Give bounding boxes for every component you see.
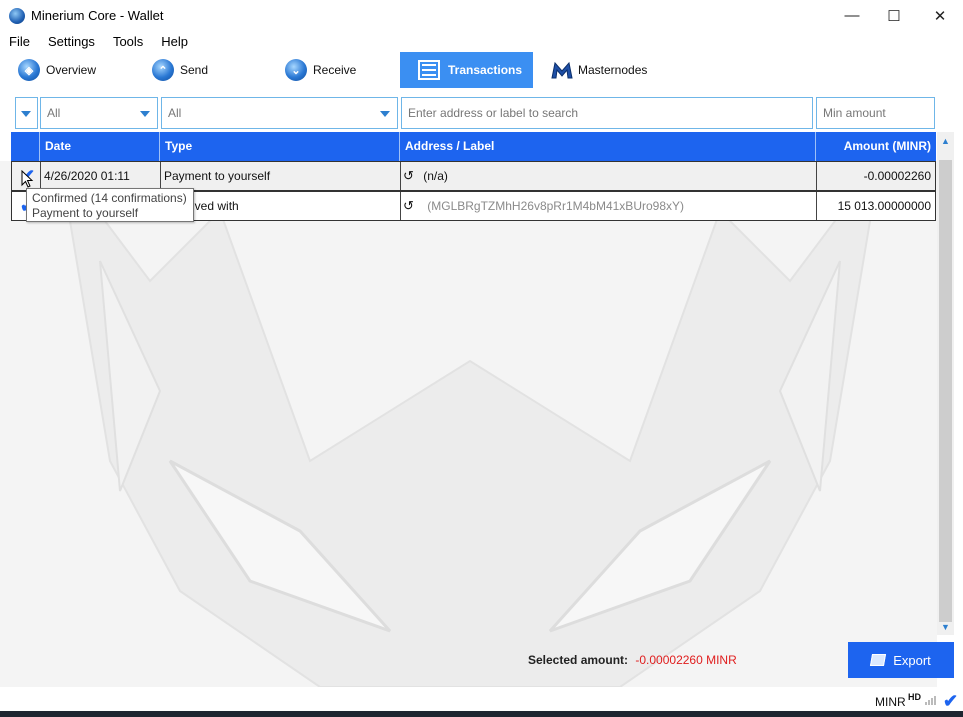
tab-overview-label: Overview bbox=[46, 63, 97, 77]
menu-settings[interactable]: Settings bbox=[39, 31, 104, 53]
type-filter-value: All bbox=[168, 106, 182, 120]
row-address-label: (MGLBRgTZMhH26v8pRr1M4bM41xBUro98xY) bbox=[427, 199, 684, 213]
tab-send-label: Send bbox=[180, 63, 209, 77]
tab-receive-label: Receive bbox=[313, 63, 357, 77]
type-filter-dropdown[interactable]: All bbox=[161, 97, 398, 129]
minimize-button[interactable]: — bbox=[829, 0, 875, 31]
scroll-down-icon[interactable]: ▼ bbox=[937, 618, 954, 635]
close-button[interactable]: ✕ bbox=[917, 0, 963, 31]
scrollbar-thumb[interactable] bbox=[939, 160, 952, 622]
status-column-header[interactable] bbox=[11, 132, 40, 161]
date-filter-value: All bbox=[47, 106, 61, 120]
title-bar: Minerium Core - Wallet — ☐ ✕ bbox=[0, 0, 963, 31]
scroll-up-icon[interactable]: ▲ bbox=[937, 132, 954, 149]
os-taskbar-strip bbox=[0, 711, 963, 717]
hd-wallet-badge: HD bbox=[908, 692, 921, 702]
receive-icon: ⌄ bbox=[285, 59, 307, 81]
menu-help[interactable]: Help bbox=[152, 31, 197, 53]
tab-receive[interactable]: ⌄ Receive bbox=[285, 52, 395, 88]
selected-amount-value: -0.00002260 MINR bbox=[635, 653, 737, 667]
row-amount: -0.00002260 bbox=[863, 169, 931, 183]
window-title: Minerium Core - Wallet bbox=[31, 8, 164, 23]
table-header: Date Type Address / Label Amount (MINR) bbox=[11, 132, 936, 161]
selected-amount-label: Selected amount: bbox=[528, 653, 629, 667]
maximize-button[interactable]: ☐ bbox=[871, 0, 917, 31]
wolf-logo-watermark bbox=[59, 161, 881, 687]
row-address: ↺ (n/a) bbox=[401, 162, 817, 190]
amount-column-header[interactable]: Amount (MINR) bbox=[816, 132, 936, 161]
address-search-input[interactable]: Enter address or label to search bbox=[401, 97, 813, 129]
tab-masternodes-label: Masternodes bbox=[578, 63, 648, 77]
tab-transactions[interactable]: Transactions bbox=[400, 52, 533, 88]
status-tooltip: Confirmed (14 confirmations) Payment to … bbox=[26, 188, 194, 222]
selected-amount: Selected amount: -0.00002260 MINR bbox=[528, 653, 737, 667]
min-amount-placeholder: Min amount bbox=[823, 106, 886, 120]
tooltip-line-2: Payment to yourself bbox=[32, 206, 139, 220]
status-filter-dropdown[interactable] bbox=[15, 97, 38, 129]
send-icon: ⌃ bbox=[152, 59, 174, 81]
network-activity-icon bbox=[925, 696, 936, 705]
row-address: ↺ (MGLBRgTZMhH26v8pRr1M4bM41xBUro98xY) bbox=[401, 192, 817, 220]
export-label: Export bbox=[893, 652, 931, 668]
chevron-down-icon bbox=[380, 111, 390, 117]
menu-tools[interactable]: Tools bbox=[104, 31, 152, 53]
date-column-header[interactable]: Date bbox=[40, 132, 160, 161]
filter-row: All All Enter address or label to search… bbox=[0, 96, 963, 130]
row-type: Payment to yourself bbox=[161, 162, 401, 190]
overview-icon: ◈ bbox=[18, 59, 40, 81]
tab-send[interactable]: ⌃ Send bbox=[152, 52, 272, 88]
tab-transactions-label: Transactions bbox=[448, 63, 523, 77]
date-filter-dropdown[interactable]: All bbox=[40, 97, 158, 129]
synced-check-icon: ✔ bbox=[943, 691, 959, 711]
tab-overview[interactable]: ◈ Overview bbox=[18, 52, 138, 88]
chevron-down-icon bbox=[21, 111, 31, 117]
main-toolbar: ◈ Overview ⌃ Send ⌄ Receive Transactions… bbox=[0, 52, 963, 89]
search-placeholder: Enter address or label to search bbox=[408, 106, 579, 120]
unit-selector[interactable]: MINR bbox=[875, 695, 906, 709]
vertical-scrollbar[interactable]: ▲ ▼ bbox=[937, 132, 954, 635]
tab-masternodes[interactable]: Masternodes bbox=[550, 52, 660, 88]
type-column-header[interactable]: Type bbox=[160, 132, 400, 161]
received-icon: ↺ bbox=[403, 198, 414, 213]
background-watermark bbox=[0, 161, 937, 687]
chevron-down-icon bbox=[140, 111, 150, 117]
export-button[interactable]: Export bbox=[848, 642, 954, 678]
transactions-list-icon bbox=[418, 60, 440, 80]
row-date: 4/26/2020 01:11 bbox=[41, 162, 161, 190]
address-column-header[interactable]: Address / Label bbox=[400, 132, 816, 161]
app-logo-icon bbox=[9, 8, 25, 24]
table-row[interactable]: ✔ 4/26/2020 01:11 Payment to yourself ↺ … bbox=[11, 161, 936, 191]
row-type: Received with bbox=[161, 192, 401, 220]
row-amount: 15 013.00000000 bbox=[837, 199, 931, 213]
menu-bar: File Settings Tools Help bbox=[0, 31, 963, 53]
min-amount-input[interactable]: Min amount bbox=[816, 97, 935, 129]
payment-to-self-icon: ↺ bbox=[403, 168, 414, 183]
mouse-cursor-icon bbox=[21, 170, 34, 188]
export-icon bbox=[870, 654, 887, 666]
menu-file[interactable]: File bbox=[0, 31, 39, 53]
row-address-label: (n/a) bbox=[423, 169, 448, 183]
tooltip-line-1: Confirmed (14 confirmations) bbox=[32, 191, 187, 205]
masternodes-icon bbox=[551, 61, 573, 79]
